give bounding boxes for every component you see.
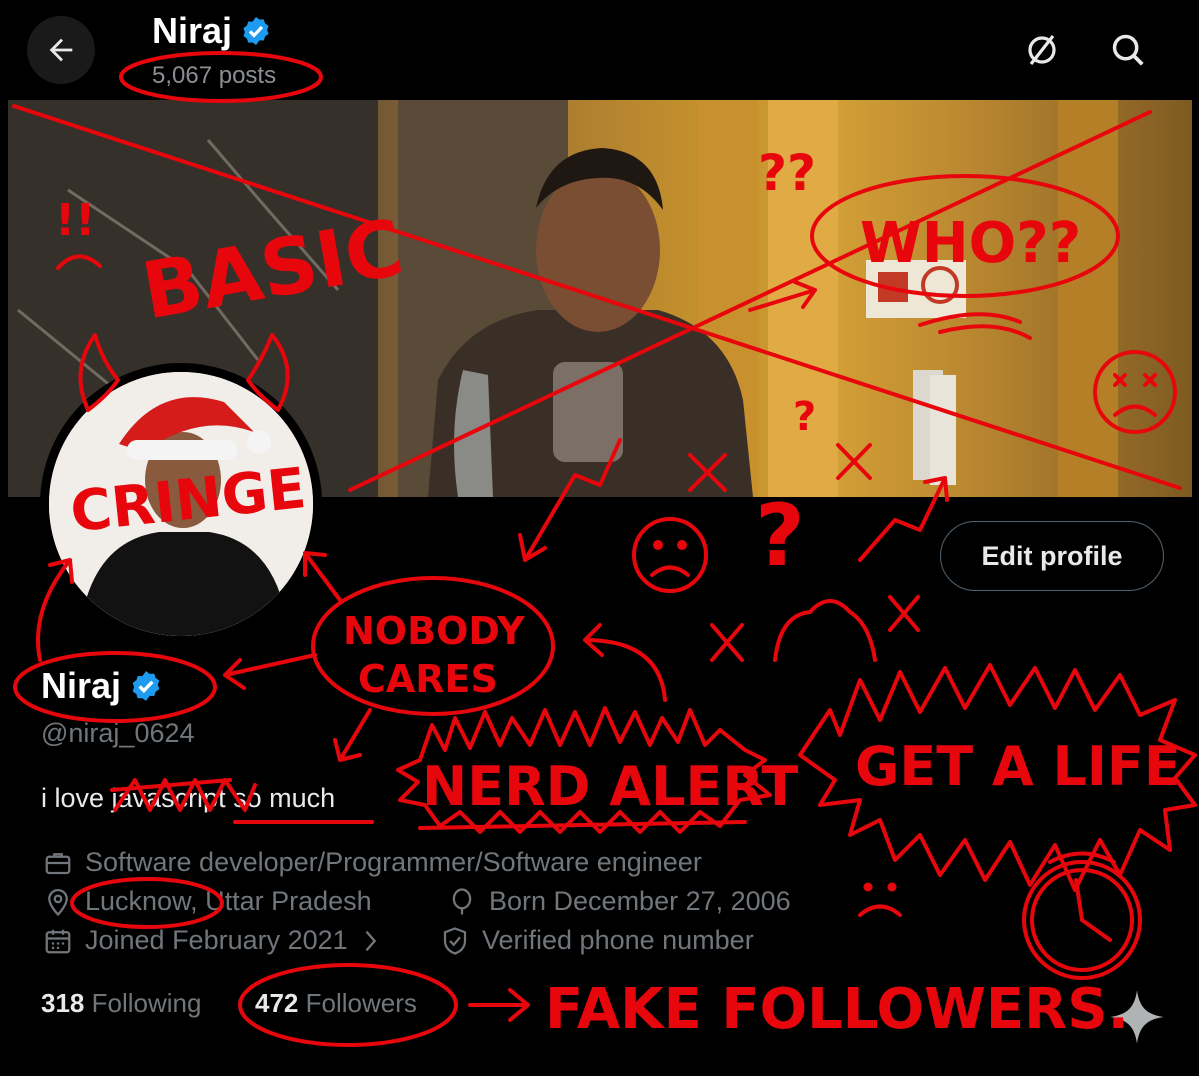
briefcase-icon [45,852,71,874]
sad-face-circle [632,517,708,593]
birthday-text: Born December 27, 2006 [489,886,791,916]
followers-count: 472 [255,988,299,1018]
clock-face-inner [1030,868,1134,972]
x-mark [710,623,744,662]
location-pin-icon [48,888,68,916]
cares-label: CARES [358,657,498,701]
following-count: 318 [41,988,85,1018]
nerd-alert-underline [418,820,747,830]
clock-face [1022,860,1142,980]
following-label: Following [91,988,202,1018]
nerd-alert-label: NERD ALERT [422,755,799,818]
sad-face-eye [677,540,687,550]
avatar[interactable] [40,363,322,645]
sad-face-mouth [650,565,690,577]
profession-text: Software developer/Programmer/Software e… [85,847,702,877]
nobody-cares-circle [311,576,555,716]
frown-eye [863,882,873,892]
top-bar: Niraj 5,067 posts [0,0,1199,100]
phone-text: Verified phone number [482,925,754,955]
search-icon [1112,34,1144,66]
header-name-text: Niraj [152,10,233,51]
edit-profile-button[interactable]: Edit profile [940,521,1164,591]
clock-hands [1074,878,1112,942]
grok-icon [1028,35,1056,65]
hand-sketch [773,599,877,662]
fake-followers-label: FAKE FOLLOWERS. [545,977,1129,1042]
arrow-to-handle [333,708,372,762]
nerd-alert-burst [396,706,772,834]
clock-bell [1048,851,1116,864]
location-text: Lucknow, Uttar Pradesh [85,886,372,916]
verified-badge-icon [132,671,160,701]
arrow-left-icon [49,38,73,62]
get-a-life-burst [798,663,1197,892]
question-mark-large: ? [755,486,805,586]
profile-handle: @niraj_0624 [41,718,195,748]
chevron-right-icon [365,930,376,951]
profile-bio: i love javascript so much [41,783,336,813]
profile-name: Niraj [41,665,163,707]
balloon-icon [452,887,472,914]
frown-mouth [858,904,902,917]
header-name: Niraj [152,10,272,52]
followers-label: Followers [305,988,417,1018]
joined-row[interactable]: Joined February 2021 [43,925,380,956]
avatar-photo [49,372,313,636]
get-a-life-label: GET A LIFE [855,735,1181,798]
arrow-to-fake [468,988,530,1022]
x-mark [888,595,920,632]
birthday-row: Born December 27, 2006 [447,886,791,917]
arrow-to-name [223,653,317,690]
profession-row: Software developer/Programmer/Software e… [43,847,702,878]
nobody-label: NOBODY [343,609,525,653]
grok-button[interactable] [1014,22,1070,78]
phone-row: Verified phone number [440,925,754,956]
joined-text: Joined February 2021 [85,925,348,955]
calendar-icon [45,929,71,953]
frown-eye [887,882,897,892]
followers-link[interactable]: 472 Followers [255,988,417,1019]
search-button[interactable] [1100,22,1156,78]
back-button[interactable] [27,16,95,84]
location-row: Lucknow, Uttar Pradesh [43,886,372,917]
verified-badge-icon [243,17,269,45]
sad-face-eye [653,540,663,550]
profile-name-text: Niraj [41,665,122,706]
following-link[interactable]: 318 Following [41,988,201,1019]
arrow-nobody-right [583,623,667,702]
verified-shield-icon [443,926,467,955]
sparkle-icon [1110,990,1164,1044]
post-count: 5,067 posts [152,62,277,89]
